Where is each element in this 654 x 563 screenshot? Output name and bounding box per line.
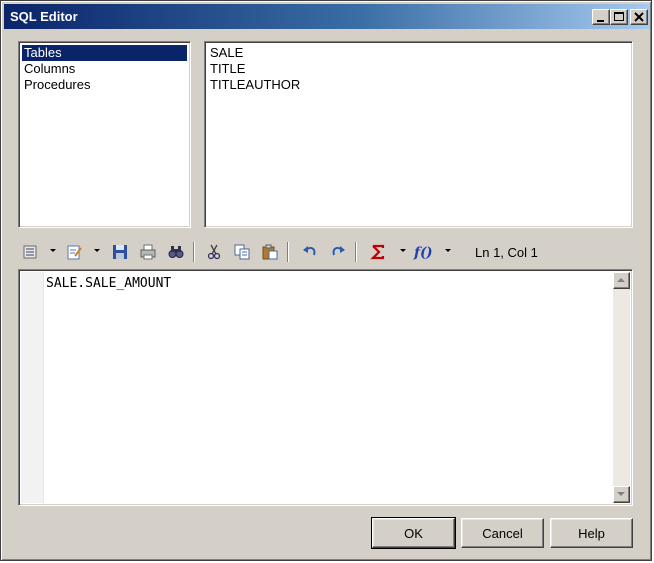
edit-with-button[interactable]	[63, 241, 85, 263]
copy-button[interactable]	[231, 241, 253, 263]
toolbar-separator	[355, 242, 357, 262]
close-button[interactable]	[630, 9, 648, 25]
undo-icon	[303, 246, 316, 256]
sql-editor-window: SQL Editor Tables Columns Procedures SAL…	[0, 0, 652, 561]
maximize-button[interactable]	[610, 9, 628, 25]
maximize-icon	[614, 12, 624, 21]
svg-text:): )	[425, 245, 433, 260]
redo-button[interactable]	[327, 241, 349, 263]
edit-with-icon	[67, 245, 82, 260]
category-item-procedures[interactable]: Procedures	[22, 77, 92, 93]
cut-icon	[207, 244, 221, 260]
save-icon	[113, 245, 127, 259]
editor-menu-icon	[23, 245, 37, 259]
scroll-up-button[interactable]	[613, 272, 630, 289]
save-button[interactable]	[109, 241, 131, 263]
copy-icon	[234, 244, 250, 260]
editor-gutter	[21, 272, 44, 503]
vertical-scrollbar[interactable]	[613, 272, 630, 503]
object-item-sale[interactable]: SALE	[208, 45, 245, 61]
function-dropdown-icon[interactable]	[445, 248, 452, 254]
cancel-button[interactable]: Cancel	[461, 518, 544, 548]
ok-button[interactable]: OK	[371, 517, 456, 549]
print-icon	[140, 244, 156, 260]
cut-button[interactable]	[203, 241, 225, 263]
object-item-titleauthor[interactable]: TITLEAUTHOR	[208, 77, 302, 93]
editor-menu-dropdown-icon[interactable]	[50, 248, 57, 254]
arrow-up-icon	[617, 278, 625, 282]
undo-button[interactable]	[299, 241, 321, 263]
edit-with-dropdown-icon[interactable]	[94, 248, 101, 254]
function-icon: f( )	[413, 245, 433, 260]
window-title: SQL Editor	[10, 9, 78, 24]
object-item-title[interactable]: TITLE	[208, 61, 247, 77]
close-icon	[634, 12, 644, 22]
toolbar-separator	[193, 242, 195, 262]
scroll-down-button[interactable]	[613, 486, 630, 503]
minimize-icon	[597, 20, 604, 22]
object-list[interactable]: SALE TITLE TITLEAUTHOR	[204, 41, 633, 228]
category-item-tables[interactable]: Tables	[22, 45, 187, 61]
sql-text-editor[interactable]: SALE.SALE_AMOUNT	[18, 269, 633, 506]
sum-icon	[370, 244, 385, 260]
print-button[interactable]	[137, 241, 159, 263]
sum-button[interactable]	[367, 241, 389, 263]
editor-toolbar: f( ) Ln 1, Col 1	[19, 239, 637, 265]
code-line[interactable]: SALE.SALE_AMOUNT	[46, 276, 171, 291]
sum-dropdown-icon[interactable]	[400, 248, 407, 254]
help-button[interactable]: Help	[550, 518, 633, 548]
category-item-columns[interactable]: Columns	[22, 61, 77, 77]
editor-menu-button[interactable]	[19, 241, 41, 263]
find-icon	[168, 246, 184, 258]
toolbar-separator	[287, 242, 289, 262]
cursor-position: Ln 1, Col 1	[475, 245, 538, 260]
find-button[interactable]	[165, 241, 187, 263]
category-list[interactable]: Tables Columns Procedures	[18, 41, 191, 228]
arrow-down-icon	[617, 492, 625, 496]
redo-icon	[332, 246, 345, 256]
paste-button[interactable]	[259, 241, 281, 263]
paste-icon	[262, 244, 278, 260]
title-bar[interactable]: SQL Editor	[4, 4, 650, 29]
function-button[interactable]: f( )	[413, 241, 435, 263]
minimize-button[interactable]	[592, 9, 610, 25]
